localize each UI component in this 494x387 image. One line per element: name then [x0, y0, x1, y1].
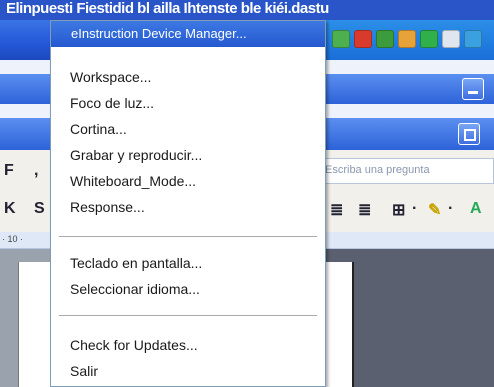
system-tray	[323, 20, 494, 60]
underline-icon[interactable]: S	[34, 200, 45, 218]
menu-item-select-language[interactable]: Seleccionar idioma...	[51, 276, 325, 302]
menu-separator	[59, 236, 317, 237]
tray-help-icon[interactable]	[354, 30, 372, 48]
toolbar-item-icon[interactable]: ,	[34, 162, 38, 180]
toolbar-format-icon[interactable]: F	[4, 162, 14, 180]
top-title-strip: Elinpuesti Fiestidid bl ailla Ihtenste b…	[0, 0, 494, 20]
dropdown-arrow-icon[interactable]: ·	[412, 200, 417, 218]
parent-minimize-button[interactable]	[462, 78, 484, 100]
menu-item-check-updates[interactable]: Check for Updates...	[51, 332, 325, 358]
tray-app-icon[interactable]	[332, 30, 350, 48]
tray-extra-icon[interactable]	[464, 30, 482, 48]
highlight-icon[interactable]: ✎	[428, 200, 441, 220]
ask-question-input[interactable]: Escriba una pregunta	[320, 158, 494, 184]
device-manager-context-menu: eInstruction Device Manager... Workspace…	[50, 20, 326, 387]
menu-item-whiteboard-mode[interactable]: Whiteboard_Mode...	[51, 168, 325, 194]
tray-device-icon[interactable]	[442, 30, 460, 48]
more-dropdown-icon[interactable]: ·	[448, 200, 453, 218]
menu-item-foco-de-luz[interactable]: Foco de luz...	[51, 90, 325, 116]
borders-icon[interactable]: ⊞	[392, 200, 405, 220]
menu-item-cortina[interactable]: Cortina...	[51, 116, 325, 142]
menu-item-workspace[interactable]: Workspace...	[51, 64, 325, 90]
tray-network-icon[interactable]	[376, 30, 394, 48]
increase-indent-icon[interactable]: ≣	[358, 200, 371, 220]
tray-color-icon[interactable]	[398, 30, 416, 48]
document-restore-button[interactable]	[458, 123, 480, 145]
menu-item-grabar[interactable]: Grabar y reproducir...	[51, 142, 325, 168]
menu-separator	[59, 315, 317, 316]
menu-item-response[interactable]: Response...	[51, 194, 325, 220]
decrease-indent-icon[interactable]: ≣	[330, 200, 343, 220]
menu-item-device-manager[interactable]: eInstruction Device Manager...	[51, 21, 325, 47]
top-strip-text: Elinpuesti Fiestidid bl ailla Ihtenste b…	[6, 0, 329, 17]
document-page-edge	[326, 262, 354, 387]
italic-icon[interactable]: K	[4, 200, 16, 218]
menu-item-on-screen-keyboard[interactable]: Teclado en pantalla...	[51, 250, 325, 276]
menu-item-exit[interactable]: Salir	[51, 358, 325, 384]
ruler-label: · 10 ·	[2, 234, 24, 244]
tray-sync-icon[interactable]	[420, 30, 438, 48]
font-color-icon[interactable]: A	[470, 200, 482, 218]
